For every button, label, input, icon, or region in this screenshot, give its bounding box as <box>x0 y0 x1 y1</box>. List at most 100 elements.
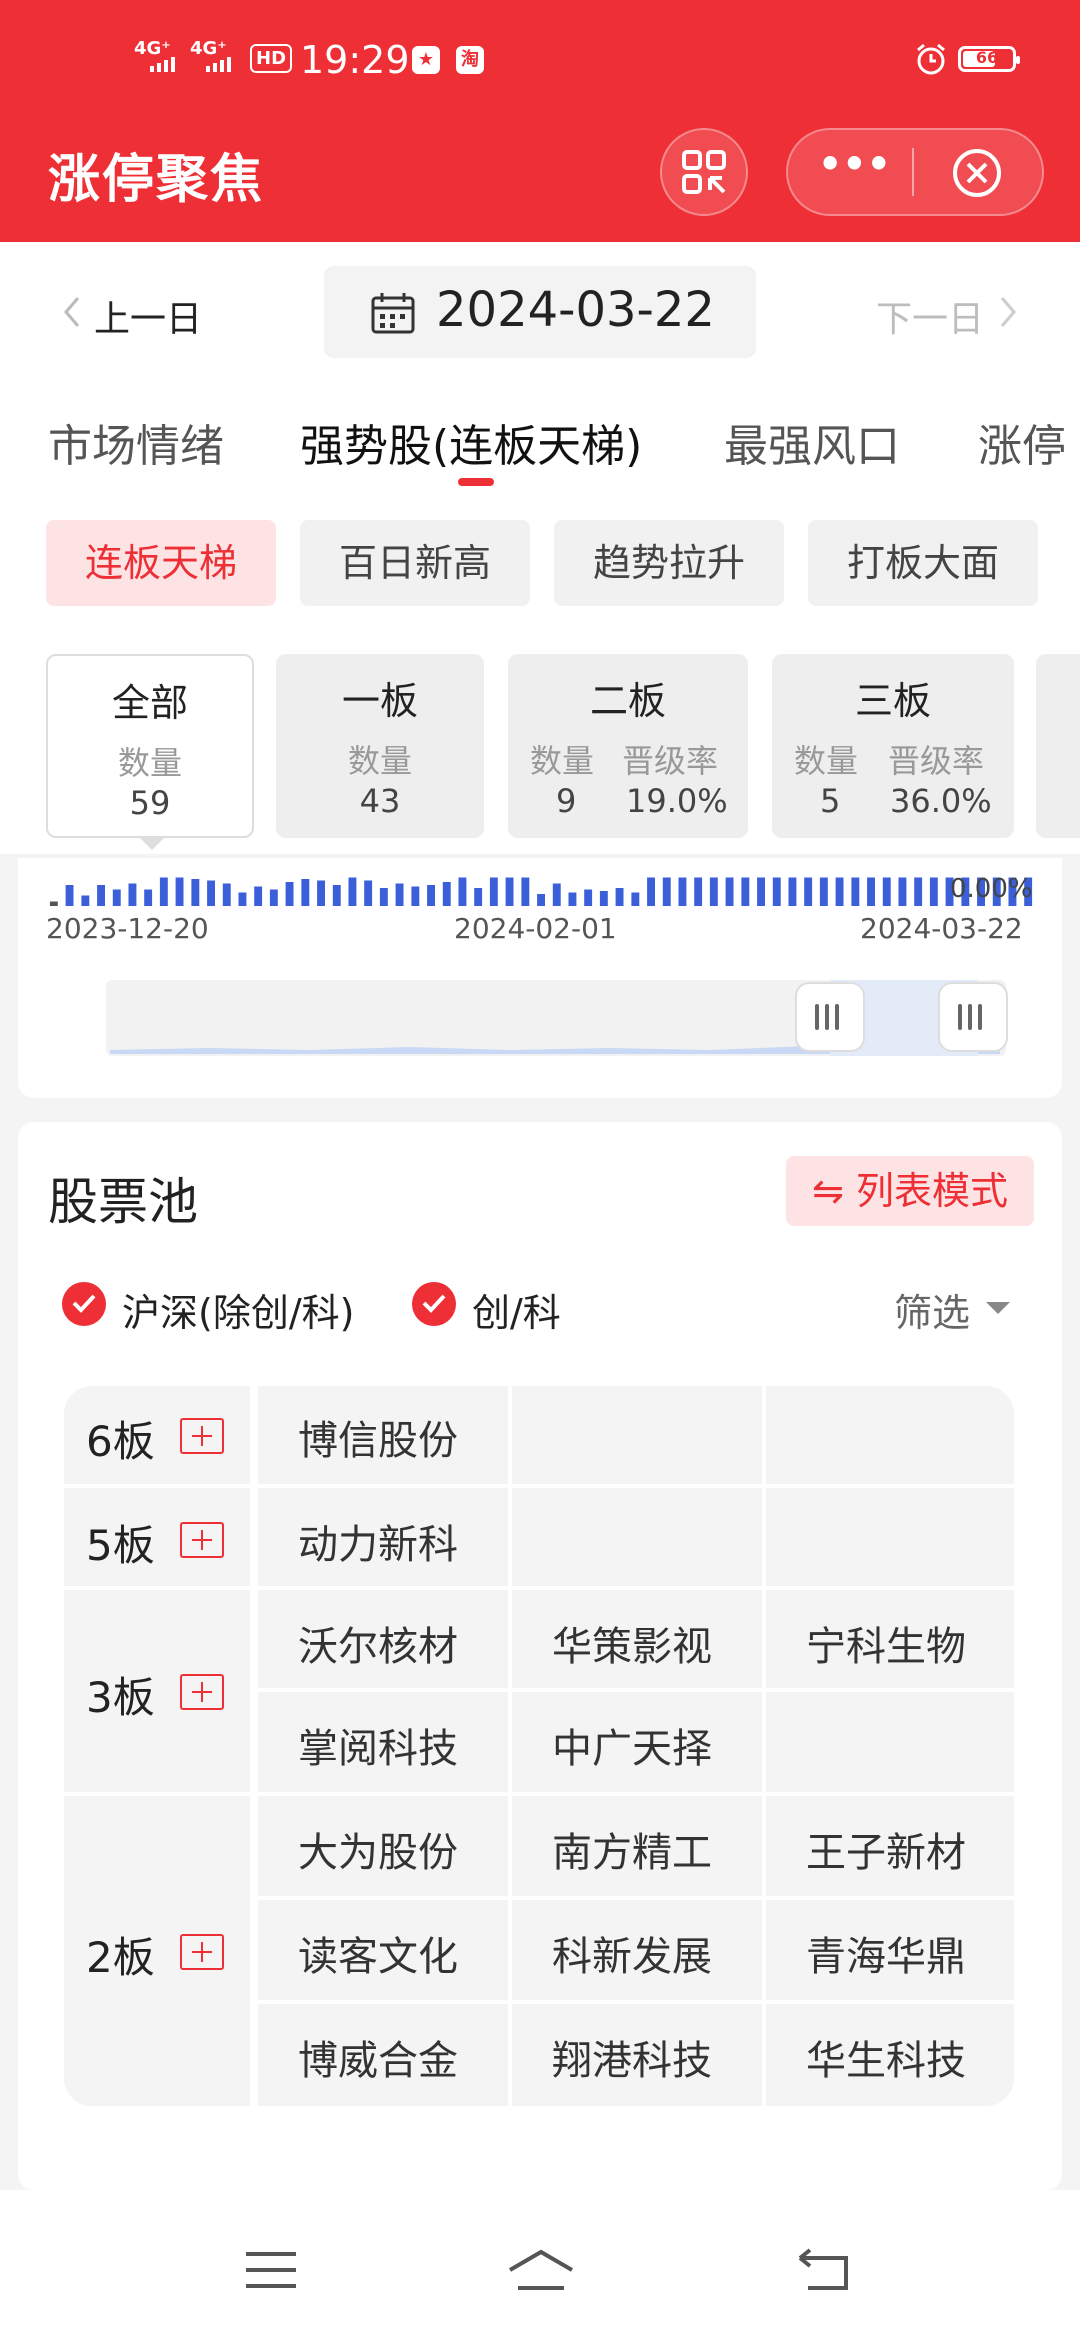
list-mode-button[interactable]: ⇋ 列表模式 <box>786 1156 1034 1226</box>
more-button[interactable]: ••• <box>818 142 891 186</box>
checkbox-main-board[interactable] <box>62 1282 106 1326</box>
filter-button[interactable]: 筛选 <box>894 1282 970 1337</box>
date-value: 2024-03-22 <box>436 282 715 338</box>
close-icon[interactable] <box>950 146 1004 200</box>
stock-cell[interactable]: 王子新材 <box>766 1796 1014 1896</box>
menu-icon[interactable] <box>244 2250 298 2290</box>
alarm-icon <box>917 43 945 75</box>
stock-cell[interactable]: 南方精工 <box>512 1796 762 1896</box>
chart-bar <box>379 888 388 906</box>
chart-bar <box>867 877 875 906</box>
x-axis-label-mid: 2024-02-01 <box>454 912 617 945</box>
hd-badge: HD <box>250 44 293 73</box>
qr-scan-button[interactable] <box>660 128 748 216</box>
board-row-3: 3板 <box>64 1590 250 1792</box>
stock-cell[interactable]: 博信股份 <box>258 1386 508 1484</box>
chart-bar <box>537 894 545 906</box>
stock-cell[interactable]: 科新发展 <box>512 1900 762 2000</box>
signal-bars-icon <box>150 57 175 72</box>
active-tab-indicator <box>458 478 494 486</box>
checkbox-gem-star[interactable] <box>412 1282 456 1326</box>
chart-bar <box>584 889 593 906</box>
empty-cell <box>766 1386 1014 1484</box>
caret-down-icon <box>986 1302 1010 1314</box>
chart-bar <box>238 892 247 906</box>
card-board-3[interactable]: 三板 数量 晋级率 5 36.0% <box>772 654 1014 838</box>
chevron-left-icon[interactable] <box>60 294 84 330</box>
chip-consecutive-ladder[interactable]: 连板天梯 <box>46 520 276 606</box>
chart-bar <box>317 880 325 906</box>
filter-gem-star-label[interactable]: 创/科 <box>472 1282 561 1337</box>
expand-plus-icon[interactable] <box>180 1522 224 1558</box>
stock-cell[interactable]: 读客文化 <box>258 1900 508 2000</box>
chart-bar <box>348 877 357 906</box>
stock-cell[interactable]: 翔港科技 <box>512 2004 762 2106</box>
chart-bar <box>631 892 640 906</box>
stock-cell[interactable]: 动力新科 <box>258 1488 508 1586</box>
ladder-grid: 6板 5板 3板 2板 博信股份 动力新科 沃尔核材 华策影视 宁科生物 掌阅科… <box>64 1386 1014 2106</box>
stock-cell[interactable]: 华策影视 <box>512 1590 762 1688</box>
slider-handle-left[interactable] <box>795 982 865 1052</box>
chart-bar <box>929 877 938 906</box>
chart-bar <box>757 877 765 906</box>
chart-bar <box>81 895 90 906</box>
chart-bar <box>65 885 74 906</box>
stock-cell[interactable]: 宁科生物 <box>766 1590 1014 1688</box>
expand-plus-icon[interactable] <box>180 1418 224 1454</box>
back-icon[interactable] <box>796 2248 852 2292</box>
home-icon[interactable] <box>506 2248 576 2292</box>
empty-cell <box>766 1488 1014 1586</box>
stock-cell[interactable]: 大为股份 <box>258 1796 508 1896</box>
chart-bar <box>411 886 420 906</box>
card-board-1[interactable]: 一板 数量 43 <box>276 654 484 838</box>
chart-bar <box>427 885 435 906</box>
slider-handle-right[interactable] <box>938 982 1008 1052</box>
chart-bar <box>301 879 310 906</box>
card-board-more[interactable] <box>1036 654 1080 838</box>
chart-bar <box>489 877 498 906</box>
prev-day-button[interactable]: 上一日 <box>94 290 202 342</box>
stock-cell[interactable]: 博威合金 <box>258 2004 508 2106</box>
chart-bar <box>474 888 483 906</box>
tab-hot-sectors[interactable]: 最强风口 <box>724 410 900 474</box>
board-count-bar-chart <box>49 877 1033 906</box>
chart-bar <box>898 877 907 906</box>
card-board-2[interactable]: 二板 数量 晋级率 9 19.0% <box>508 654 748 838</box>
stock-cell[interactable]: 沃尔核材 <box>258 1590 508 1688</box>
chart-bar <box>647 877 655 906</box>
chart-bar <box>191 879 200 906</box>
chart-bar <box>772 877 781 906</box>
chip-100day-high[interactable]: 百日新高 <box>300 520 530 606</box>
card-all[interactable]: 全部 数量 59 <box>46 654 254 838</box>
filter-main-board-label[interactable]: 沪深(除创/科) <box>122 1282 354 1337</box>
stock-cell[interactable]: 青海华鼎 <box>766 1900 1014 2000</box>
capsule-divider <box>912 148 914 196</box>
chart-bar <box>505 877 514 906</box>
chart-bar <box>804 877 813 906</box>
chart-bar <box>395 883 404 906</box>
tab-strong-stocks[interactable]: 强势股(连板天梯) <box>300 410 642 474</box>
chart-bar <box>741 877 750 906</box>
signal-bars-icon <box>206 57 231 72</box>
tab-market-sentiment[interactable]: 市场情绪 <box>48 410 224 474</box>
empty-cell <box>512 1488 762 1586</box>
expand-plus-icon[interactable] <box>180 1674 224 1710</box>
tab-limit-up[interactable]: 涨停 <box>978 410 1066 474</box>
chip-trend-rise[interactable]: 趋势拉升 <box>554 520 784 606</box>
stock-cell[interactable]: 掌阅科技 <box>258 1692 508 1792</box>
chip-board-loss[interactable]: 打板大面 <box>808 520 1038 606</box>
chevron-right-icon[interactable] <box>996 294 1020 330</box>
status-bar: 4G⁺ 4G⁺ HD 19:29 ★ 淘 66 <box>0 0 1080 120</box>
x-axis-label-start: 2023-12-20 <box>46 912 209 945</box>
expand-plus-icon[interactable] <box>180 1934 224 1970</box>
board-row-2: 2板 <box>64 1796 250 2106</box>
chart-value-label: 0.00% <box>950 874 1033 904</box>
chart-bar <box>254 886 263 906</box>
stock-cell[interactable]: 华生科技 <box>766 2004 1014 2106</box>
next-day-button[interactable]: 下一日 <box>876 290 984 342</box>
chart-bar <box>615 888 624 906</box>
stock-cell[interactable]: 中广天择 <box>512 1692 762 1792</box>
chart-bar <box>521 877 530 906</box>
chart-bar <box>128 883 137 906</box>
chart-bar <box>269 889 278 906</box>
